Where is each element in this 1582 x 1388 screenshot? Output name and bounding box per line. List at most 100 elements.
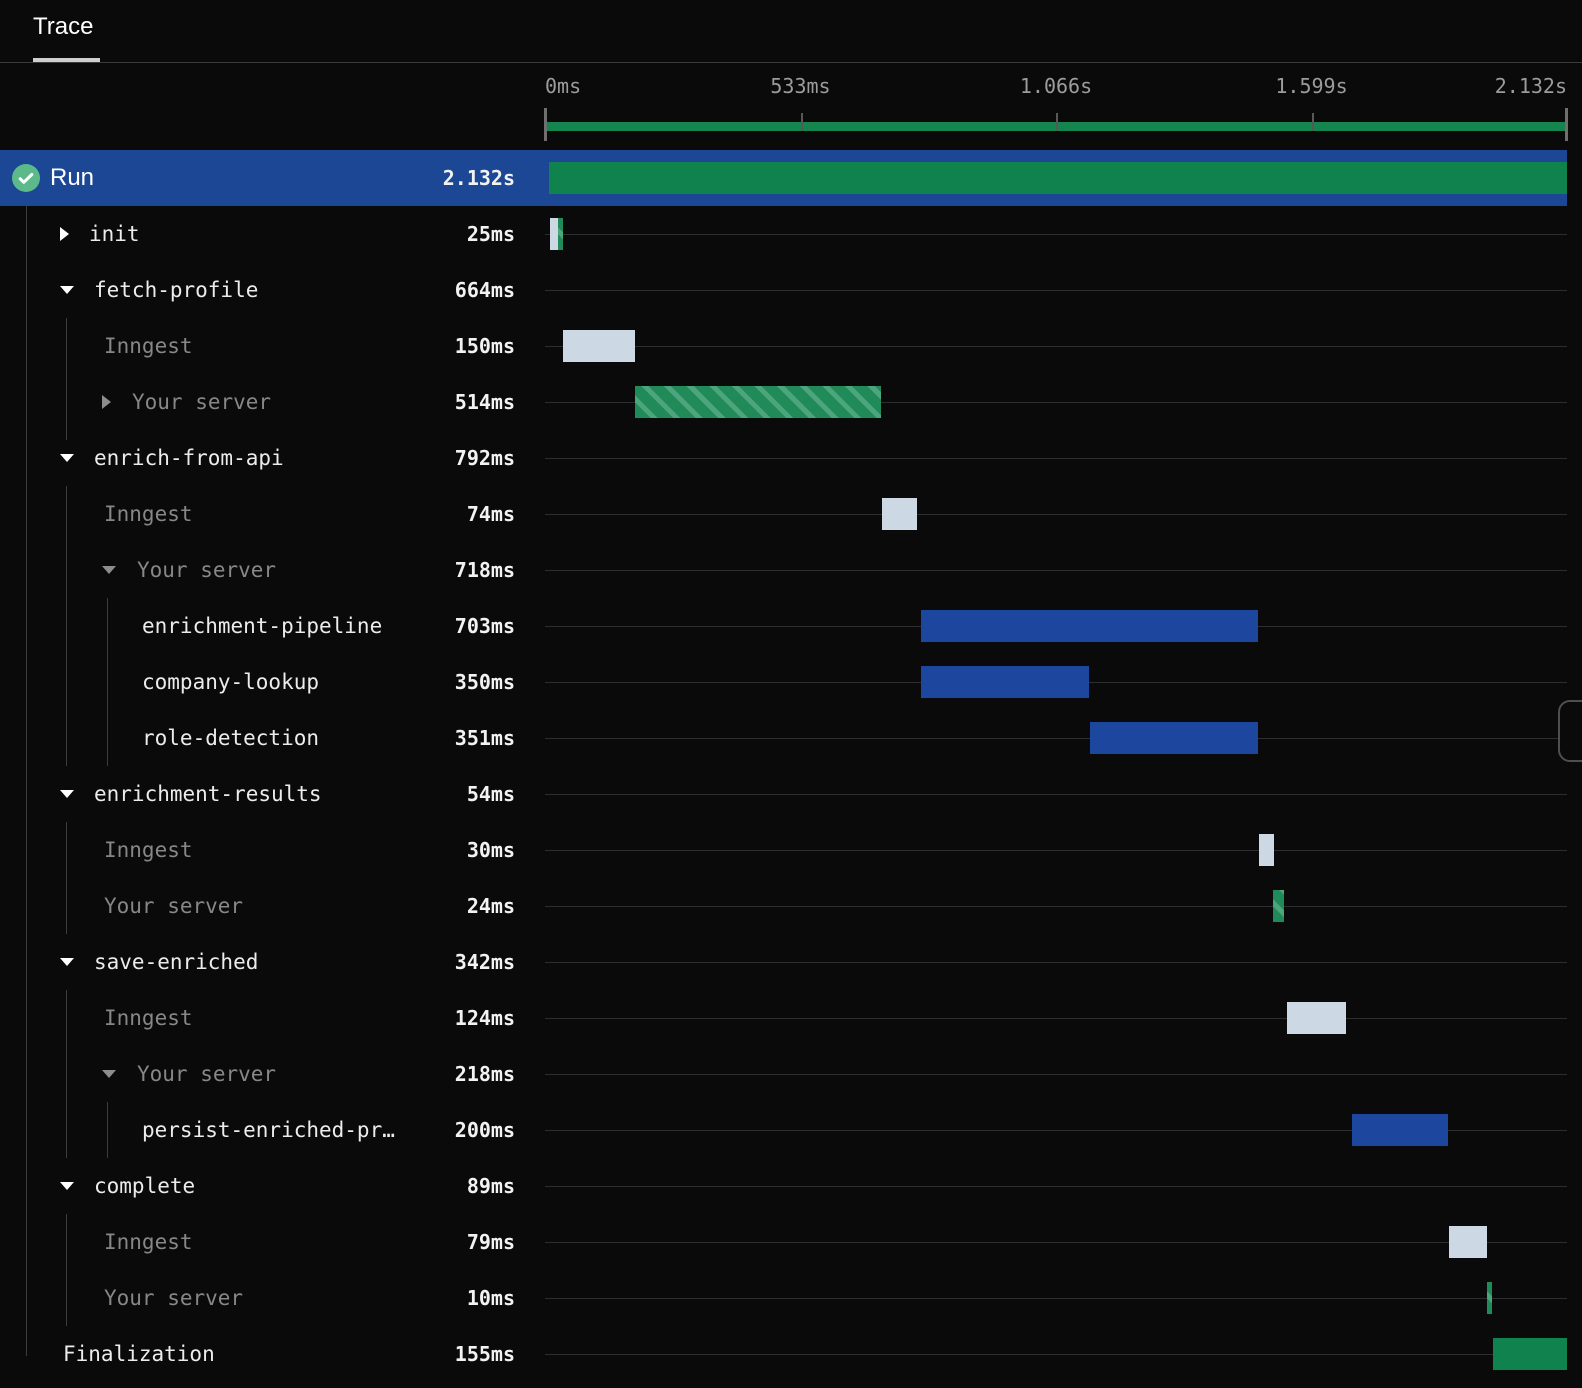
span-row-init[interactable]: init 25ms: [0, 206, 1567, 262]
chevron-down-icon[interactable]: [60, 454, 74, 462]
chevron-right-icon[interactable]: [60, 227, 69, 241]
span-label: Inngest: [104, 502, 193, 526]
span-timeline-cell: [545, 990, 1567, 1046]
span-label: fetch-profile: [94, 278, 259, 302]
span-bar-server[interactable]: [557, 218, 563, 250]
chevron-down-icon[interactable]: [60, 790, 74, 798]
span-bar-step[interactable]: [1089, 722, 1258, 754]
header: Trace: [0, 0, 1582, 63]
span-bar-final[interactable]: [1492, 1338, 1567, 1370]
span-bar-server[interactable]: [1272, 890, 1285, 922]
span-duration: 792ms: [454, 446, 515, 470]
span-timeline-cell: [545, 374, 1567, 430]
span-row-left: fetch-profile 664ms: [0, 262, 545, 318]
span-row-your-server[interactable]: Your server 24ms: [0, 878, 1567, 934]
span-row-inngest[interactable]: Inngest 124ms: [0, 990, 1567, 1046]
span-timeline-cell: [545, 822, 1567, 878]
span-row-inngest[interactable]: Inngest 74ms: [0, 486, 1567, 542]
span-row-run[interactable]: Run 2.132s: [0, 150, 1567, 206]
span-label: enrich-from-api: [94, 446, 284, 470]
span-row-enrich-from-api[interactable]: enrich-from-api 792ms: [0, 430, 1567, 486]
span-row-company-lookup[interactable]: company-lookup 350ms: [0, 654, 1567, 710]
chevron-right-icon[interactable]: [102, 395, 111, 409]
span-row-enrichment-results[interactable]: enrichment-results 54ms: [0, 766, 1567, 822]
span-row-left: enrichment-results 54ms: [0, 766, 545, 822]
span-duration: 54ms: [466, 782, 515, 806]
span-tree: Run 2.132s init 25ms fetch-profile 664ms Innge…: [0, 150, 1567, 1382]
chevron-down-icon[interactable]: [102, 566, 116, 574]
span-row-left: Your server 10ms: [0, 1270, 545, 1326]
span-duration: 350ms: [454, 670, 515, 694]
span-duration: 124ms: [454, 1006, 515, 1030]
span-timeline-cell: [545, 710, 1567, 766]
span-label: role-detection: [142, 726, 320, 750]
span-row-left: save-enriched 342ms: [0, 934, 545, 990]
span-row-your-server[interactable]: Your server 514ms: [0, 374, 1567, 430]
span-label: enrichment-pipeline: [142, 614, 383, 638]
span-duration: 200ms: [454, 1118, 515, 1142]
span-duration: 703ms: [454, 614, 515, 638]
chevron-down-icon[interactable]: [102, 1070, 116, 1078]
span-bar-queue[interactable]: [1449, 1226, 1487, 1258]
span-label: enrichment-results: [94, 782, 322, 806]
span-row-inngest[interactable]: Inngest 150ms: [0, 318, 1567, 374]
span-timeline-cell: [545, 1214, 1567, 1270]
span-row-fetch-profile[interactable]: fetch-profile 664ms: [0, 262, 1567, 318]
span-row-left: Your server 218ms: [0, 1046, 545, 1102]
span-row-save-enriched[interactable]: save-enriched 342ms: [0, 934, 1567, 990]
span-duration: 2.132s: [442, 166, 515, 190]
timeline-ruler: 0ms 533ms 1.066s 1.599s 2.132s: [544, 62, 1568, 150]
span-bar-run[interactable]: [548, 162, 1567, 194]
ruler-mid-tick: [800, 113, 803, 131]
span-row-finalization[interactable]: Finalization 155ms: [0, 1326, 1567, 1382]
span-row-your-server[interactable]: Your server 218ms: [0, 1046, 1567, 1102]
span-timeline-cell: [545, 1102, 1567, 1158]
span-timeline-cell: [545, 654, 1567, 710]
span-row-left: enrichment-pipeline 703ms: [0, 598, 545, 654]
side-panel-handle[interactable]: [1558, 700, 1582, 762]
span-row-left: Inngest 124ms: [0, 990, 545, 1046]
span-timeline-cell: [545, 1158, 1567, 1214]
trace-viewer: Trace 0ms 533ms 1.066s 1.599s 2.132s Run 2.13…: [0, 0, 1582, 1388]
span-row-left: Inngest 74ms: [0, 486, 545, 542]
span-label: Finalization: [63, 1342, 215, 1366]
span-bar-server[interactable]: [1487, 1282, 1493, 1314]
span-bar-server[interactable]: [634, 386, 882, 418]
span-row-enrichment-pipeline[interactable]: enrichment-pipeline 703ms: [0, 598, 1567, 654]
ruler-tick-label: 0ms: [545, 74, 582, 98]
span-timeline-cell: [545, 878, 1567, 934]
span-row-left: init 25ms: [0, 206, 545, 262]
span-duration: 89ms: [466, 1174, 515, 1198]
span-row-complete[interactable]: complete 89ms: [0, 1158, 1567, 1214]
span-bar-queue[interactable]: [1259, 834, 1274, 866]
span-row-role-detection[interactable]: role-detection 351ms: [0, 710, 1567, 766]
span-row-inngest[interactable]: Inngest 79ms: [0, 1214, 1567, 1270]
span-bar-queue[interactable]: [549, 218, 558, 250]
span-row-left: Finalization 155ms: [0, 1326, 545, 1382]
span-bar-queue[interactable]: [1286, 1002, 1346, 1034]
span-row-inngest[interactable]: Inngest 30ms: [0, 822, 1567, 878]
span-label: init: [89, 222, 140, 246]
span-row-persist-enriched-pr[interactable]: persist-enriched-pr… 200ms: [0, 1102, 1567, 1158]
span-label: save-enriched: [94, 950, 259, 974]
chevron-down-icon[interactable]: [60, 958, 74, 966]
span-bar-queue[interactable]: [562, 330, 635, 362]
span-bar-step[interactable]: [920, 666, 1089, 698]
ruler-end-tick: [544, 108, 547, 141]
span-row-your-server[interactable]: Your server 10ms: [0, 1270, 1567, 1326]
span-label: Your server: [104, 1286, 244, 1310]
span-bar-queue[interactable]: [881, 498, 917, 530]
span-duration: 514ms: [454, 390, 515, 414]
span-bar-step[interactable]: [1351, 1114, 1448, 1146]
chevron-down-icon[interactable]: [60, 286, 74, 294]
span-timeline-cell: [545, 150, 1567, 206]
chevron-down-icon[interactable]: [60, 1182, 74, 1190]
span-timeline-cell: [545, 318, 1567, 374]
ruler-mid-tick: [1056, 113, 1058, 131]
tab-trace[interactable]: Trace: [33, 13, 100, 62]
span-timeline-cell: [545, 542, 1567, 598]
span-timeline-cell: [545, 766, 1567, 822]
span-timeline-cell: [545, 486, 1567, 542]
span-bar-step[interactable]: [920, 610, 1258, 642]
span-row-your-server[interactable]: Your server 718ms: [0, 542, 1567, 598]
